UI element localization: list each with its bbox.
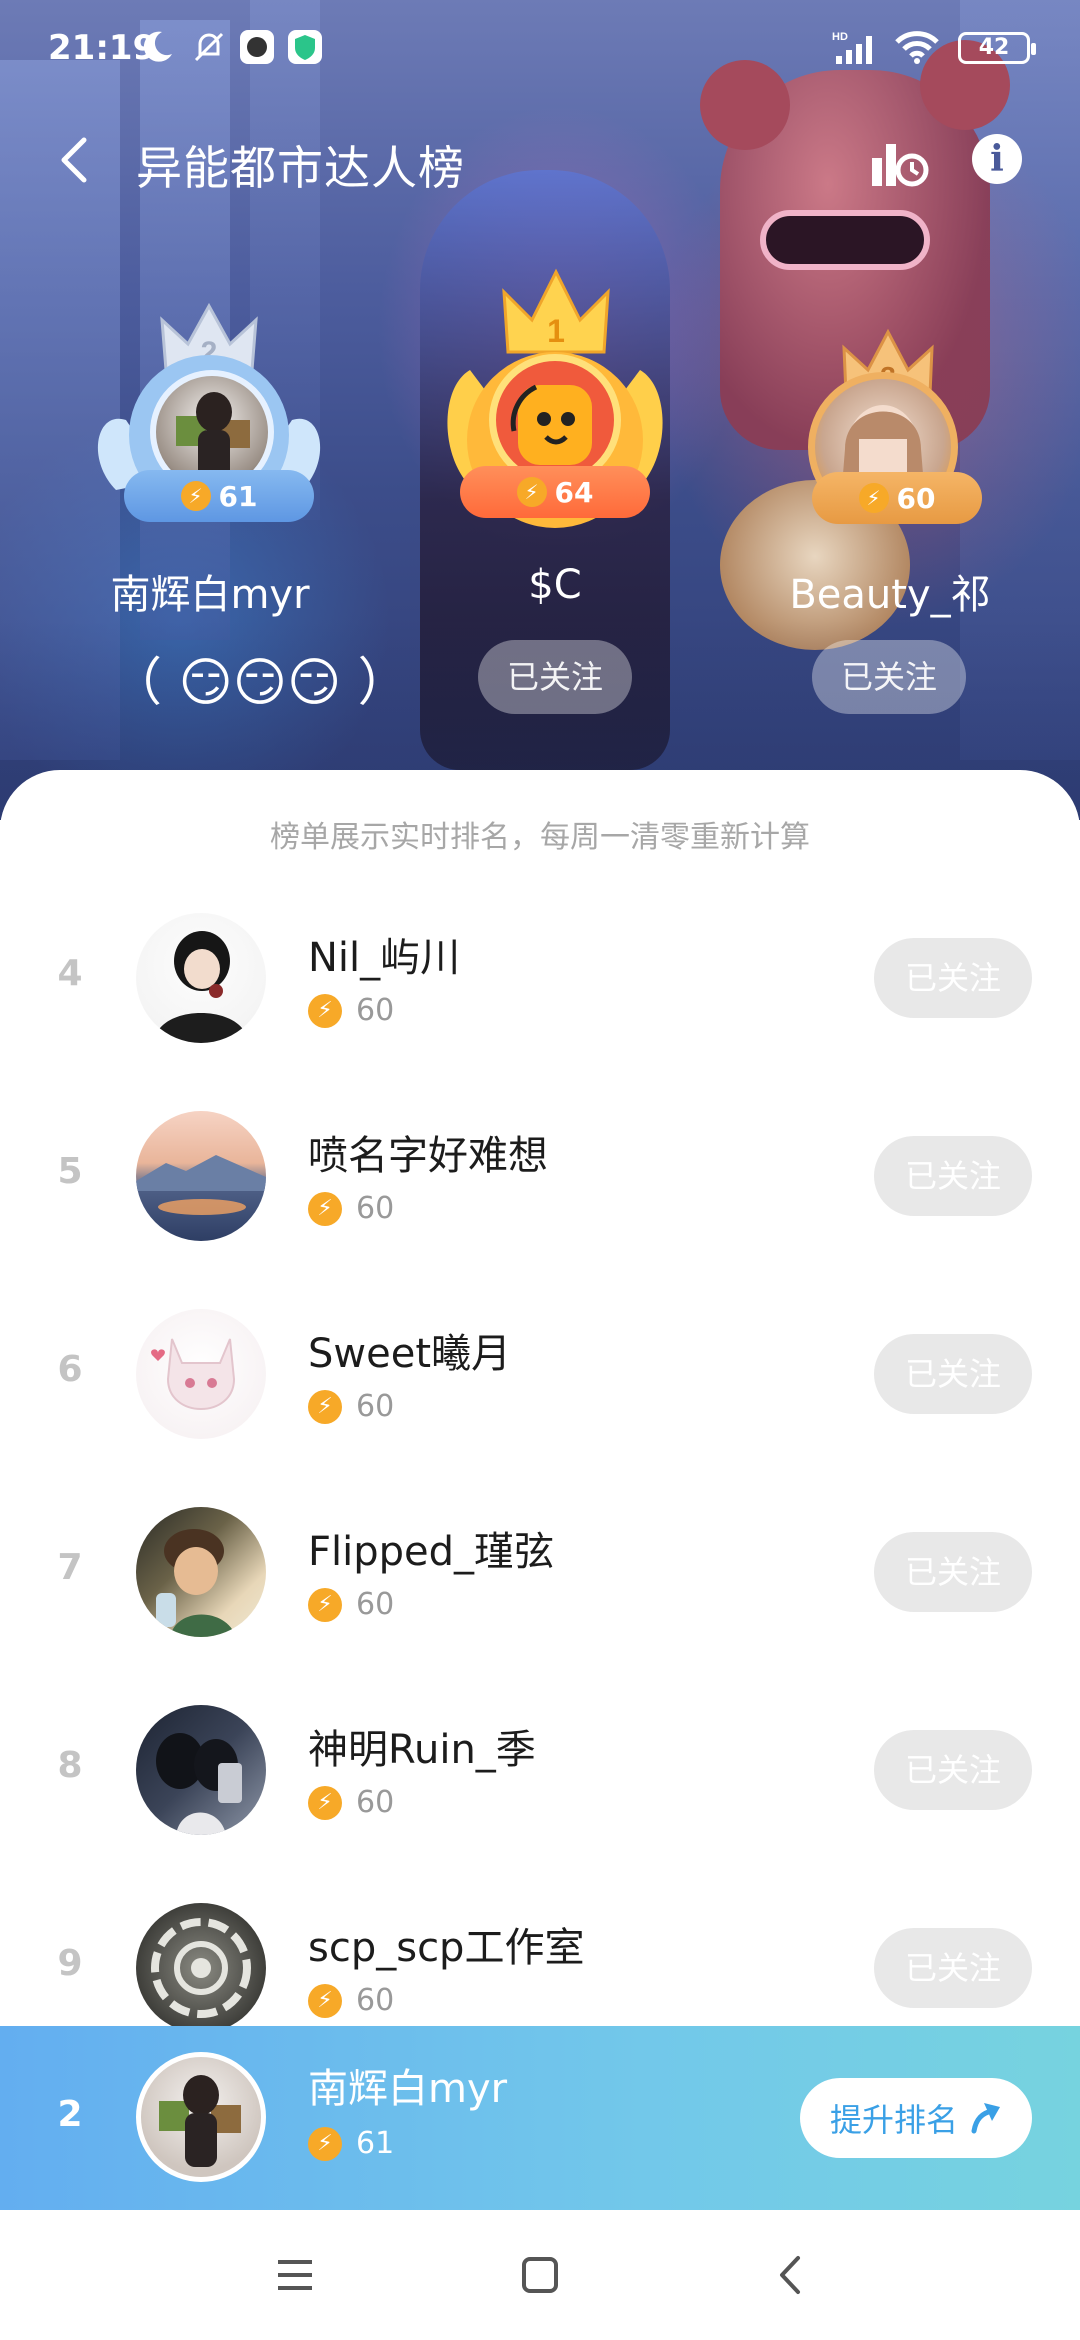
rank-number: 9 — [57, 1943, 83, 1984]
list-item[interactable]: 7 Flipped_瑾弦 ⚡ 60 已关注 — [0, 1487, 1080, 1657]
score-value: 60 — [356, 1785, 395, 1820]
my-username: 南辉白myr — [308, 2066, 508, 2112]
rank-number: 6 — [57, 1349, 83, 1390]
ranking-chart-icon[interactable] — [868, 136, 930, 188]
podium-2-score: ⚡ 61 — [124, 470, 314, 522]
promote-ranking-button[interactable]: 提升排名 — [800, 2078, 1032, 2158]
score-value: 60 — [356, 1983, 395, 2018]
podium-3-follow-button[interactable]: 已关注 — [812, 640, 966, 714]
avatar[interactable] — [136, 1507, 266, 1637]
podium-2-score-value: 61 — [218, 479, 258, 513]
my-score: ⚡ 61 — [308, 2126, 394, 2161]
my-rank-number: 2 — [57, 2094, 83, 2135]
svg-text:HD: HD — [832, 31, 848, 43]
mute-icon — [194, 32, 224, 62]
page-title: 异能都市达人榜 — [136, 141, 465, 195]
lightning-bolt-icon: ⚡ — [308, 1191, 342, 1226]
back-chevron-icon[interactable] — [50, 130, 100, 190]
my-score-value: 61 — [356, 2126, 395, 2161]
back-icon[interactable] — [766, 2250, 816, 2300]
user-score: ⚡ 60 — [308, 1587, 394, 1622]
lightning-bolt-icon: ⚡ — [516, 477, 547, 507]
rank-number: 5 — [57, 1151, 83, 1192]
system-navigation-bar — [0, 2210, 1080, 2340]
podium-3-score: ⚡ 60 — [812, 472, 982, 524]
battery-indicator: 42 — [958, 32, 1036, 64]
home-icon[interactable] — [515, 2250, 565, 2300]
user-score: ⚡ 60 — [308, 1983, 394, 2018]
user-score: ⚡ 60 — [308, 1389, 394, 1424]
podium-3-score-value: 60 — [896, 481, 936, 515]
username: scp_scp工作室 — [308, 1925, 585, 1971]
menu-icon[interactable] — [270, 2250, 320, 2300]
username: 神明Ruin_季 — [308, 1727, 536, 1773]
user-score: ⚡ 60 — [308, 1191, 394, 1226]
podium-2-emoji-signature: （ 😏😏😏 ） — [110, 653, 410, 713]
score-value: 60 — [356, 993, 395, 1028]
avatar[interactable] — [136, 1903, 266, 2033]
moon-icon — [143, 31, 172, 62]
lightning-bolt-icon: ⚡ — [180, 481, 211, 511]
podium-2-name: 南辉白myr — [110, 572, 310, 618]
score-value: 60 — [356, 1587, 395, 1622]
list-item[interactable]: 4 Nil_屿川 ⚡ 60 已关注 — [0, 893, 1080, 1063]
score-value: 60 — [356, 1191, 395, 1226]
follow-button[interactable]: 已关注 — [874, 1928, 1032, 2008]
wifi-icon — [895, 31, 939, 64]
lightning-bolt-icon: ⚡ — [308, 1587, 342, 1622]
status-bar: 21:19 HD 42 — [0, 0, 1080, 100]
security-shield-icon — [288, 30, 322, 64]
list-item[interactable]: 6 Sweet曦月 ⚡ 60 已关注 — [0, 1289, 1080, 1459]
list-item[interactable]: 8 神明Ruin_季 ⚡ 60 已关注 — [0, 1685, 1080, 1855]
user-score: ⚡ 60 — [308, 993, 394, 1028]
rank-number: 7 — [57, 1547, 83, 1588]
avatar[interactable] — [136, 1111, 266, 1241]
podium-1-name: $C — [528, 562, 582, 608]
lightning-bolt-icon: ⚡ — [308, 2126, 342, 2161]
app-notification-icon — [240, 30, 274, 64]
info-icon[interactable]: i — [972, 134, 1022, 184]
ranking-notice: 榜单展示实时排名，每周一清零重新计算 — [270, 820, 810, 855]
rank-number: 8 — [57, 1745, 83, 1786]
username: 喷名字好难想 — [308, 1133, 548, 1179]
avatar[interactable] — [136, 913, 266, 1043]
lightning-bolt-icon: ⚡ — [308, 1785, 342, 1820]
promote-label: 提升排名 — [829, 2101, 958, 2139]
follow-button[interactable]: 已关注 — [874, 1532, 1032, 1612]
podium-1-score-value: 64 — [554, 475, 594, 509]
lightning-bolt-icon: ⚡ — [308, 993, 342, 1028]
follow-button[interactable]: 已关注 — [874, 1136, 1032, 1216]
follow-button[interactable]: 已关注 — [874, 1730, 1032, 1810]
signal-icon: HD — [832, 31, 872, 64]
lightning-bolt-icon: ⚡ — [308, 1389, 342, 1424]
rank-number: 4 — [57, 953, 83, 994]
list-item[interactable]: 5 喷名字好难想 ⚡ 60 已关注 — [0, 1091, 1080, 1261]
follow-button[interactable]: 已关注 — [874, 938, 1032, 1018]
username: Flipped_瑾弦 — [308, 1529, 555, 1575]
podium-3-name: Beauty_祁 — [789, 572, 991, 618]
podium-1-score: ⚡ 64 — [460, 466, 650, 518]
username: Nil_屿川 — [308, 935, 461, 981]
podium-1-follow-button[interactable]: 已关注 — [478, 640, 632, 714]
my-avatar[interactable] — [136, 2052, 266, 2182]
lightning-bolt-icon: ⚡ — [308, 1983, 342, 2018]
score-value: 60 — [356, 1389, 395, 1424]
my-ranking-bar[interactable]: 2 南辉白myr ⚡ 61 提升排名 — [0, 2026, 1080, 2210]
follow-button[interactable]: 已关注 — [874, 1334, 1032, 1414]
user-score: ⚡ 60 — [308, 1785, 394, 1820]
arrow-up-right-icon — [971, 2103, 1000, 2134]
avatar[interactable] — [136, 1309, 266, 1439]
avatar[interactable] — [136, 1705, 266, 1835]
lightning-bolt-icon: ⚡ — [858, 483, 889, 513]
username: Sweet曦月 — [308, 1331, 512, 1377]
